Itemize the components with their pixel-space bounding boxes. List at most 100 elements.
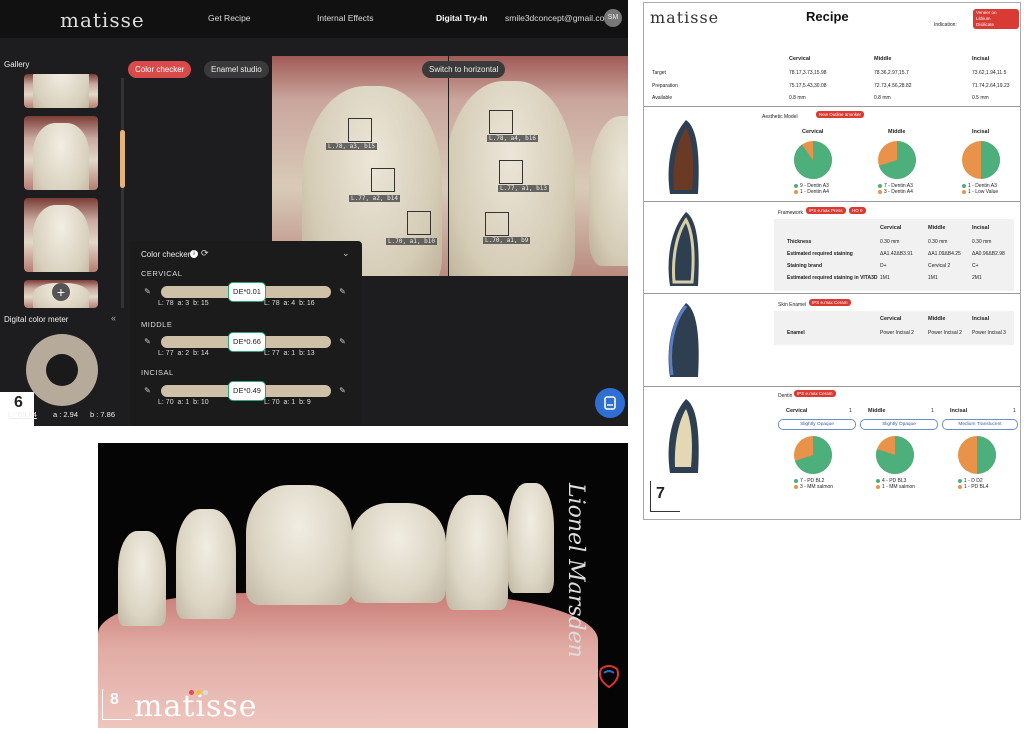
pie-legend: 7 - Dentin A3 3 - Dentin A4 — [878, 183, 913, 195]
pie-chart — [878, 141, 916, 179]
pie-legend: 9 - Dentin A3 1 - Dentin A4 — [794, 183, 829, 195]
pie-slice-primary — [794, 141, 832, 179]
divider — [644, 293, 1020, 294]
color-marker[interactable] — [407, 211, 431, 235]
pie-slice-primary — [981, 141, 1000, 179]
info-icon[interactable]: i — [190, 250, 198, 258]
nav-internal-effects[interactable]: Internal Effects — [317, 13, 374, 23]
cell: 0.8 mm — [789, 95, 806, 101]
app-logo[interactable]: matisse — [60, 8, 145, 32]
color-marker[interactable] — [348, 118, 372, 142]
cervical-left-lab: L: 78 a: 3 b: 15 — [158, 300, 209, 307]
cell: 1M1 — [880, 275, 890, 281]
pie-legend: 1 - Dentin A3 1 - Low Value — [962, 183, 998, 195]
nav-get-recipe[interactable]: Get Recipe — [208, 13, 251, 23]
framework-tag-2: HO 0 — [849, 207, 866, 214]
col-header: Incisal — [972, 316, 990, 322]
marker-label: L.77, a2, b14 — [349, 195, 400, 202]
cell: ΔA1.42ΔB3.91 — [880, 251, 913, 257]
eyedropper-icon[interactable]: ✎ — [143, 386, 152, 395]
logo-dot-red — [189, 690, 194, 695]
tooth — [118, 531, 166, 626]
eyedropper-icon[interactable]: ✎ — [338, 337, 347, 346]
row-label: Preparation — [652, 83, 678, 89]
col-header: Middle — [928, 225, 946, 231]
gallery-scrollbar-thumb[interactable] — [120, 130, 125, 188]
gallery-scrollbar[interactable] — [121, 78, 124, 308]
col-header: Incisal — [972, 225, 990, 231]
crown-section-icon — [668, 303, 699, 377]
gallery-thumb-2[interactable] — [24, 116, 98, 190]
divider — [644, 106, 1020, 107]
cell: 0.30 mm — [928, 239, 948, 245]
pie-chart — [962, 141, 1000, 179]
middle-delta-e: DE*0.66 — [228, 332, 266, 352]
cell: ΔA1.09ΔB4.25 — [928, 251, 961, 257]
chevron-down-icon[interactable]: ⌄ — [342, 248, 350, 259]
pie-chart — [958, 436, 996, 474]
switch-horizontal-button[interactable]: Switch to horizontal — [422, 61, 506, 78]
indication-tag: Veneer on Lithium Disilicate — [973, 9, 1019, 29]
marker-label: L.70, a1, b9 — [483, 237, 531, 244]
eyedropper-icon[interactable]: ✎ — [143, 337, 152, 346]
logo-dot-yellow — [196, 690, 201, 695]
enamel-studio-button[interactable]: Enamel studio — [204, 61, 269, 78]
color-marker[interactable] — [485, 212, 509, 236]
indication-label: Indication: — [934, 22, 957, 28]
incisal-delta-e: DE*0.49 — [228, 381, 266, 401]
dentin-label: Dentin — [778, 393, 793, 399]
gallery-thumb-1[interactable] — [24, 74, 98, 108]
opacity-pill: Medium Translucent — [942, 419, 1018, 430]
logo-dot-white — [203, 690, 208, 695]
cell: C+ — [972, 263, 979, 269]
add-photo-button[interactable]: + — [52, 283, 70, 301]
collapse-icon[interactable]: « — [111, 313, 116, 323]
dentin-group-count: 1 — [931, 408, 934, 414]
cell: 71.74,2.64,19.23 — [972, 83, 1010, 89]
eyedropper-icon[interactable]: ✎ — [143, 287, 152, 296]
cervical-delta-e: DE*0.01 — [228, 282, 266, 302]
col-header: Incisal — [972, 56, 990, 62]
color-checker-button[interactable]: Color checker — [128, 61, 192, 78]
framework-label: Framework — [778, 210, 804, 216]
middle-left-lab: L: 77 a: 2 b: 14 — [158, 350, 209, 357]
row-label: Estimated required staining in VITA3D — [787, 275, 878, 281]
col-header: Middle — [874, 56, 892, 62]
panel-number-bracket — [102, 719, 132, 720]
gallery-label: Gallery — [4, 60, 30, 69]
eyedropper-icon[interactable]: ✎ — [338, 386, 347, 395]
pie-title: Middle — [888, 129, 906, 135]
matisse-app-panel: matisse Get Recipe Internal Effects Digi… — [0, 0, 628, 426]
avatar[interactable]: SM — [604, 9, 622, 27]
recipe-title: Recipe — [806, 9, 849, 24]
color-marker[interactable] — [371, 168, 395, 192]
panel-number-bracket — [102, 689, 103, 719]
crown-section-icon — [668, 399, 699, 473]
panel-number: 8 — [110, 691, 119, 708]
chat-button[interactable] — [595, 388, 625, 418]
row-label: Enamel — [787, 330, 805, 336]
cell: 0.5 mm — [972, 95, 989, 101]
tooth — [350, 503, 446, 603]
dentin-tag: IPS e.max Ceram — [794, 390, 836, 397]
gallery-thumb-3[interactable] — [24, 198, 98, 272]
color-marker[interactable] — [499, 160, 523, 184]
divider — [644, 386, 1020, 387]
incisal-left-lab: L: 70 a: 1 b: 10 — [158, 399, 209, 406]
color-marker[interactable] — [489, 110, 513, 134]
refresh-icon[interactable]: ⟳ — [201, 248, 209, 259]
nav-digital-try-in[interactable]: Digital Try-In — [436, 13, 487, 23]
section-incisal-label: INCISAL — [141, 368, 174, 377]
digital-color-meter-label: Digital color meter — [4, 315, 69, 324]
opacity-pill: Slightly Opaque — [860, 419, 938, 430]
color-meter-center — [46, 354, 78, 386]
signature: Lionel Marsden — [563, 483, 588, 658]
pie-legend: 7 - PD BL2 3 - MM salmon — [794, 478, 833, 490]
framework-tag: IPS e.max Press — [806, 207, 846, 214]
dentin-group-count: 1 — [849, 408, 852, 414]
section-cervical-label: CERVICAL — [141, 269, 183, 278]
panel-number-bracket — [650, 481, 651, 511]
skin-enamel-tag: IPS e.max Ceram — [809, 299, 851, 306]
dentin-group-title: Cervical — [786, 408, 808, 414]
eyedropper-icon[interactable]: ✎ — [338, 287, 347, 296]
